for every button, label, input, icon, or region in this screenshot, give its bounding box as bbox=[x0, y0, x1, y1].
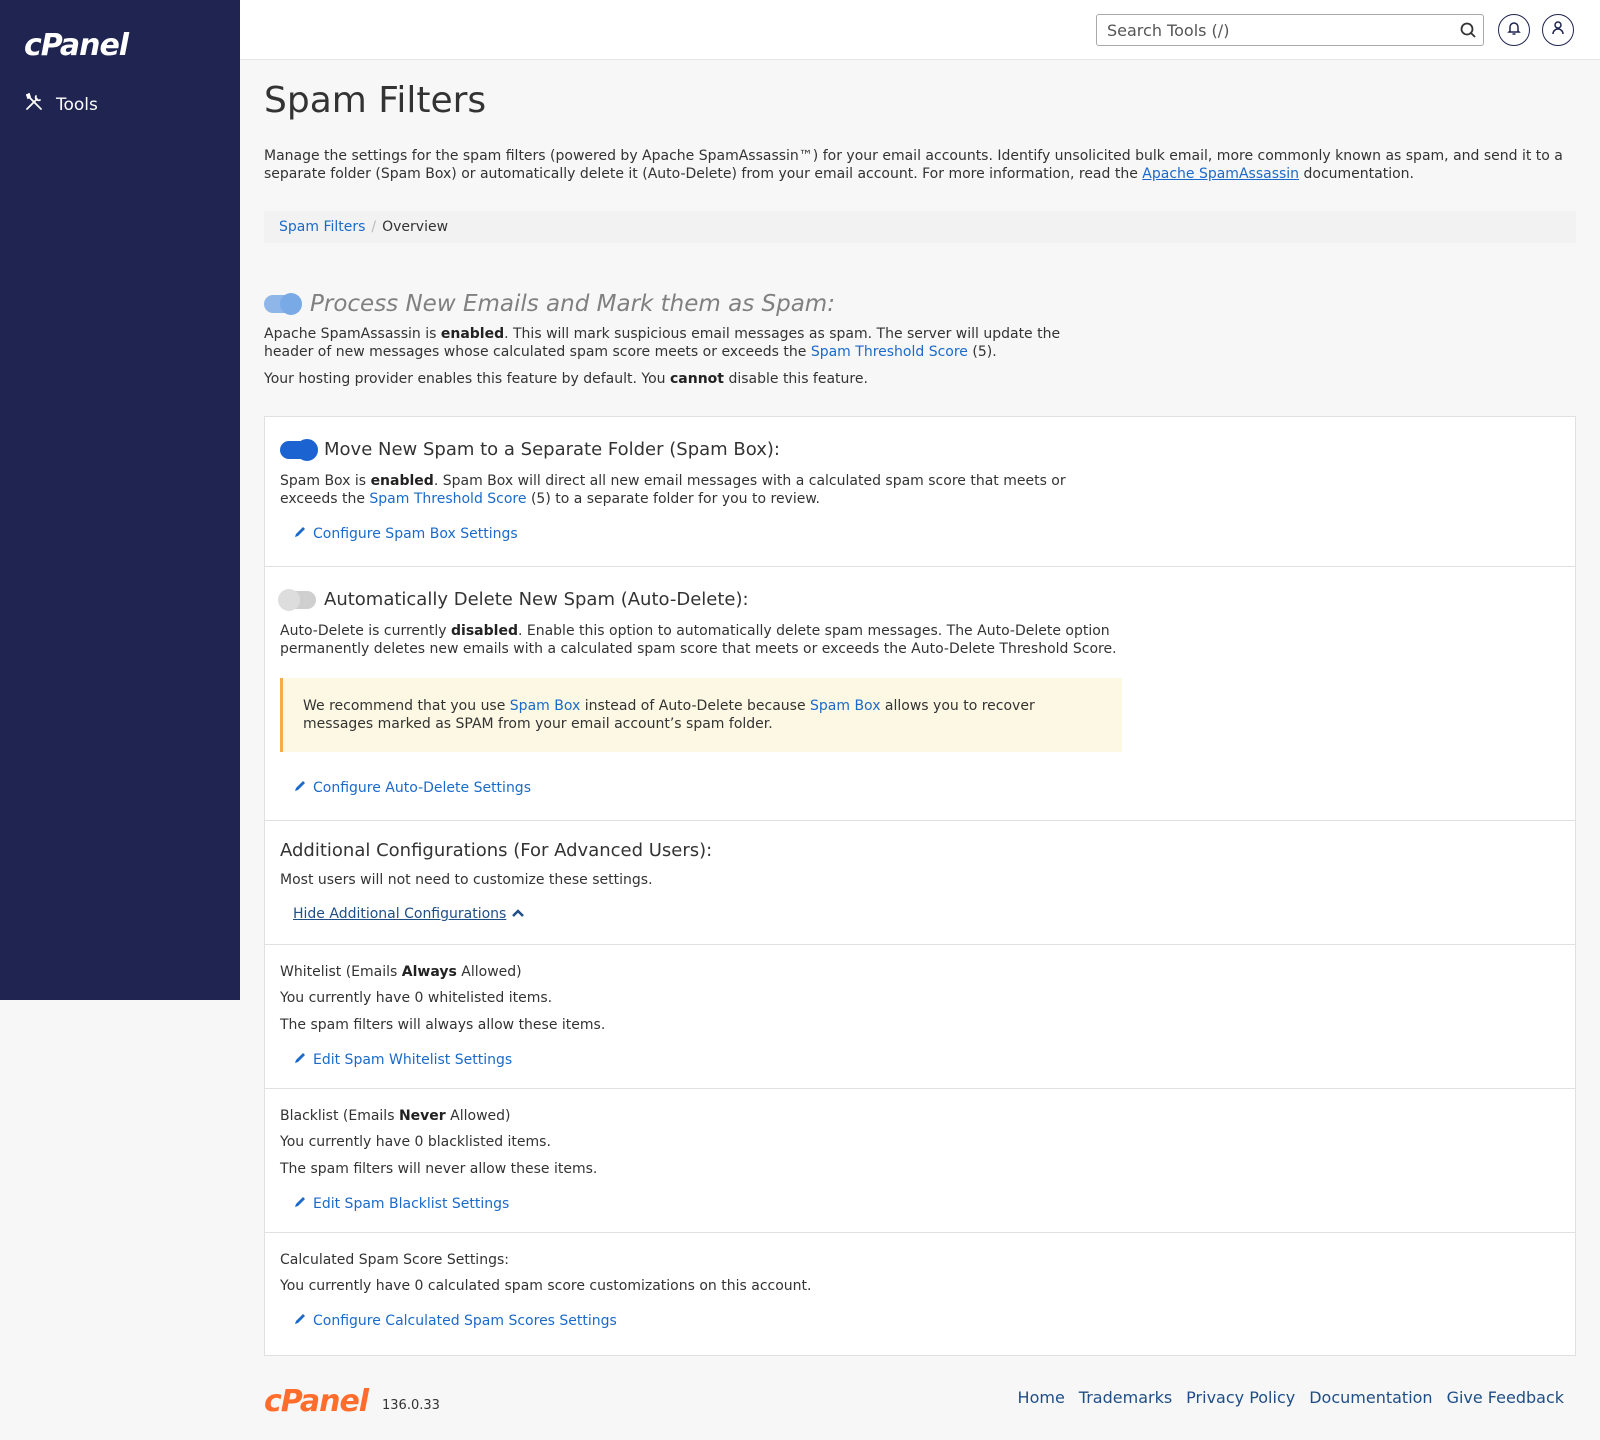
edit-blacklist-link[interactable]: Edit Spam Blacklist Settings bbox=[293, 1195, 1560, 1213]
blacklist-count: You currently have 0 blacklisted items. bbox=[280, 1134, 551, 1150]
pencil-icon bbox=[293, 1195, 307, 1213]
spambox-recommendation-alert: We recommend that you use Spam Box inste… bbox=[280, 678, 1122, 752]
spambox-title: Move New Spam to a Separate Folder (Spam… bbox=[324, 439, 780, 460]
spambox-toggle[interactable] bbox=[280, 438, 318, 461]
spambox-row: Move New Spam to a Separate Folder (Spam… bbox=[265, 417, 1575, 567]
blacklist-row: Blacklist (Emails Never Allowed) You cur… bbox=[265, 1089, 1575, 1233]
blacklist-title: Blacklist (Emails Never Allowed) bbox=[280, 1108, 511, 1124]
configure-spam-scores-link[interactable]: Configure Calculated Spam Scores Setting… bbox=[293, 1312, 1560, 1330]
breadcrumb: Spam Filters / Overview bbox=[264, 211, 1576, 243]
breadcrumb-spam-filters[interactable]: Spam Filters bbox=[279, 219, 365, 235]
pencil-icon bbox=[293, 1051, 307, 1069]
footer-links: Home Trademarks Privacy Policy Documenta… bbox=[1018, 1388, 1564, 1407]
whitelist-description: The spam filters will always allow these… bbox=[280, 1017, 606, 1033]
footer-link-privacy-policy[interactable]: Privacy Policy bbox=[1186, 1388, 1295, 1407]
sidebar-item-tools[interactable]: Tools bbox=[24, 92, 98, 117]
hide-additional-config-link[interactable]: Hide Additional Configurations bbox=[293, 906, 1560, 922]
spam-settings-panel: Move New Spam to a Separate Folder (Spam… bbox=[264, 416, 1576, 1356]
page-description: Manage the settings for the spam filters… bbox=[264, 148, 1563, 182]
process-section-header: Process New Emails and Mark them as Spam… bbox=[264, 291, 1576, 317]
spambox-description: Spam Box is enabled. Spam Box will direc… bbox=[280, 473, 1066, 507]
spam-scores-count: You currently have 0 calculated spam sco… bbox=[280, 1278, 812, 1294]
footer-link-home[interactable]: Home bbox=[1018, 1388, 1065, 1407]
autodelete-title: Automatically Delete New Spam (Auto-Dele… bbox=[324, 589, 749, 610]
autodelete-row: Automatically Delete New Spam (Auto-Dele… bbox=[265, 567, 1575, 821]
autodelete-toggle[interactable] bbox=[278, 588, 316, 611]
spam-scores-title: Calculated Spam Score Settings: bbox=[280, 1252, 509, 1268]
whitelist-title: Whitelist (Emails Always Allowed) bbox=[280, 964, 522, 980]
search-icon[interactable] bbox=[1459, 21, 1477, 43]
additional-config-title: Additional Configurations (For Advanced … bbox=[280, 840, 713, 861]
cpanel-logo[interactable]: cPanel bbox=[24, 28, 129, 63]
sidebar-item-label: Tools bbox=[56, 94, 98, 115]
spambox-threshold-link[interactable]: Spam Threshold Score bbox=[369, 491, 526, 507]
configure-spambox-link[interactable]: Configure Spam Box Settings bbox=[293, 525, 1560, 543]
chevron-up-icon bbox=[512, 906, 525, 922]
footer: cPanel 136.0.33 Home Trademarks Privacy … bbox=[264, 1384, 1576, 1419]
sidebar: cPanel Tools bbox=[0, 0, 240, 1000]
search-box bbox=[1096, 14, 1484, 46]
spam-scores-row: Calculated Spam Score Settings: You curr… bbox=[265, 1233, 1575, 1355]
notifications-button[interactable] bbox=[1498, 14, 1530, 46]
footer-link-trademarks[interactable]: Trademarks bbox=[1079, 1388, 1172, 1407]
spam-threshold-score-link[interactable]: Spam Threshold Score bbox=[811, 344, 968, 360]
autodelete-header: Automatically Delete New Spam (Auto-Dele… bbox=[278, 588, 1560, 611]
apache-spamassassin-link[interactable]: Apache SpamAssassin bbox=[1142, 166, 1299, 182]
process-section-title: Process New Emails and Mark them as Spam… bbox=[310, 291, 835, 317]
spambox-header: Move New Spam to a Separate Folder (Spam… bbox=[280, 438, 1560, 461]
additional-config-description: Most users will not need to customize th… bbox=[280, 872, 653, 888]
top-bar bbox=[240, 0, 1600, 60]
pencil-icon bbox=[293, 525, 307, 543]
main-content: Spam Filters Manage the settings for the… bbox=[264, 80, 1576, 388]
configure-autodelete-link[interactable]: Configure Auto-Delete Settings bbox=[293, 779, 1560, 797]
bell-icon bbox=[1506, 20, 1522, 40]
alert-spambox-link-2[interactable]: Spam Box bbox=[810, 698, 880, 714]
breadcrumb-separator: / bbox=[371, 219, 377, 235]
user-icon bbox=[1550, 20, 1566, 40]
process-spam-toggle[interactable] bbox=[264, 293, 302, 315]
alert-spambox-link-1[interactable]: Spam Box bbox=[510, 698, 580, 714]
footer-link-give-feedback[interactable]: Give Feedback bbox=[1447, 1388, 1564, 1407]
pencil-icon bbox=[293, 779, 307, 797]
footer-link-documentation[interactable]: Documentation bbox=[1309, 1388, 1432, 1407]
process-note: Your hosting provider enables this featu… bbox=[264, 371, 868, 387]
breadcrumb-current: Overview bbox=[382, 219, 449, 235]
whitelist-row: Whitelist (Emails Always Allowed) You cu… bbox=[265, 945, 1575, 1089]
edit-whitelist-link[interactable]: Edit Spam Whitelist Settings bbox=[293, 1051, 1560, 1069]
user-menu-button[interactable] bbox=[1542, 14, 1574, 46]
process-description: Apache SpamAssassin is enabled. This wil… bbox=[264, 326, 1061, 360]
autodelete-description: Auto-Delete is currently disabled. Enabl… bbox=[280, 623, 1117, 657]
blacklist-description: The spam filters will never allow these … bbox=[280, 1161, 598, 1177]
version-number: 136.0.33 bbox=[382, 1398, 440, 1413]
page-title: Spam Filters bbox=[264, 80, 487, 121]
footer-cpanel-logo[interactable]: cPanel bbox=[264, 1384, 369, 1419]
whitelist-count: You currently have 0 whitelisted items. bbox=[280, 990, 553, 1006]
search-input[interactable] bbox=[1105, 16, 1445, 44]
tools-icon bbox=[24, 92, 44, 117]
additional-config-row: Additional Configurations (For Advanced … bbox=[265, 821, 1575, 945]
pencil-icon bbox=[293, 1312, 307, 1330]
